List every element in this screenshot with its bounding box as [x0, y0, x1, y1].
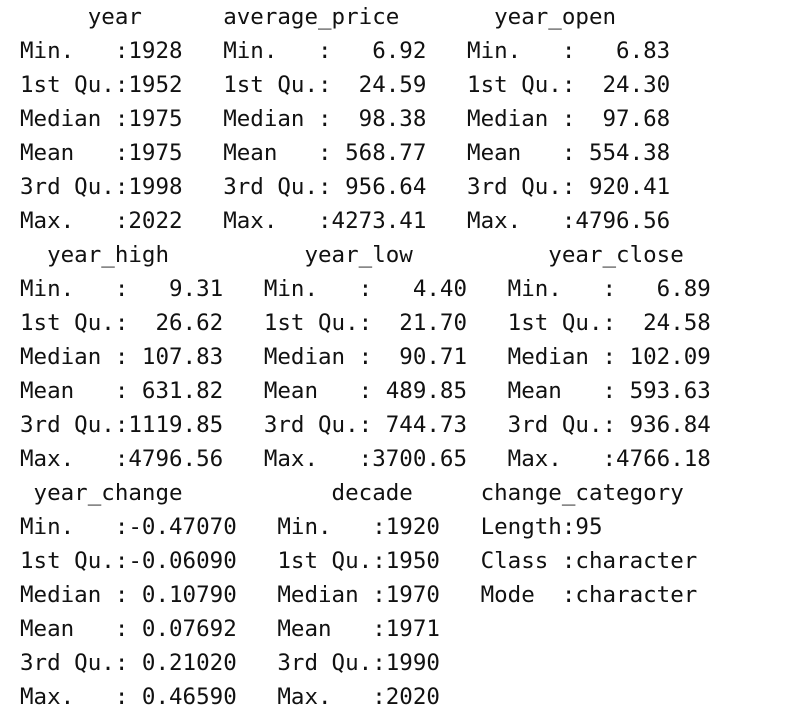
- stat-line: Mean : 631.82 Mean : 489.85 Mean : 593.6…: [20, 378, 738, 404]
- stat-line: 1st Qu.:1952 1st Qu.: 24.59 1st Qu.: 24.…: [20, 72, 698, 98]
- stat-line: Max. :2022 Max. :4273.41 Max. :4796.56: [20, 208, 698, 234]
- stat-line: 3rd Qu.: 0.21020 3rd Qu.:1990: [20, 650, 725, 676]
- summary-output: year average_price year_open Min. :1928 …: [20, 0, 800, 714]
- stat-line: Median :1975 Median : 98.38 Median : 97.…: [20, 106, 698, 132]
- summary-block-3: year_change decade change_category Min. …: [20, 476, 800, 714]
- stat-line: Min. : 9.31 Min. : 4.40 Min. : 6.89: [20, 276, 738, 302]
- stat-line: Mean :1975 Mean : 568.77 Mean : 554.38: [20, 140, 698, 166]
- stat-line: 3rd Qu.:1119.85 3rd Qu.: 744.73 3rd Qu.:…: [20, 412, 738, 438]
- stat-line: Median : 0.10790 Median :1970 Mode :char…: [20, 582, 725, 608]
- stat-line: 3rd Qu.:1998 3rd Qu.: 956.64 3rd Qu.: 92…: [20, 174, 698, 200]
- stat-line: Min. :1928 Min. : 6.92 Min. : 6.83: [20, 38, 698, 64]
- stat-line: Mean : 0.07692 Mean :1971: [20, 616, 725, 642]
- stat-line: Max. : 0.46590 Max. :2020: [20, 684, 725, 710]
- column-header-line: year average_price year_open: [20, 4, 684, 30]
- column-header-line: year_change decade change_category: [20, 480, 725, 506]
- stat-line: Max. :4796.56 Max. :3700.65 Max. :4766.1…: [20, 446, 738, 472]
- summary-block-2: year_high year_low year_close Min. : 9.3…: [20, 238, 800, 476]
- stat-line: 1st Qu.: 26.62 1st Qu.: 21.70 1st Qu.: 2…: [20, 310, 738, 336]
- stat-line: 1st Qu.:-0.06090 1st Qu.:1950 Class :cha…: [20, 548, 725, 574]
- stat-line: Median : 107.83 Median : 90.71 Median : …: [20, 344, 738, 370]
- stat-line: Min. :-0.47070 Min. :1920 Length:95: [20, 514, 725, 540]
- column-header-line: year_high year_low year_close: [20, 242, 752, 268]
- summary-block-1: year average_price year_open Min. :1928 …: [20, 0, 800, 238]
